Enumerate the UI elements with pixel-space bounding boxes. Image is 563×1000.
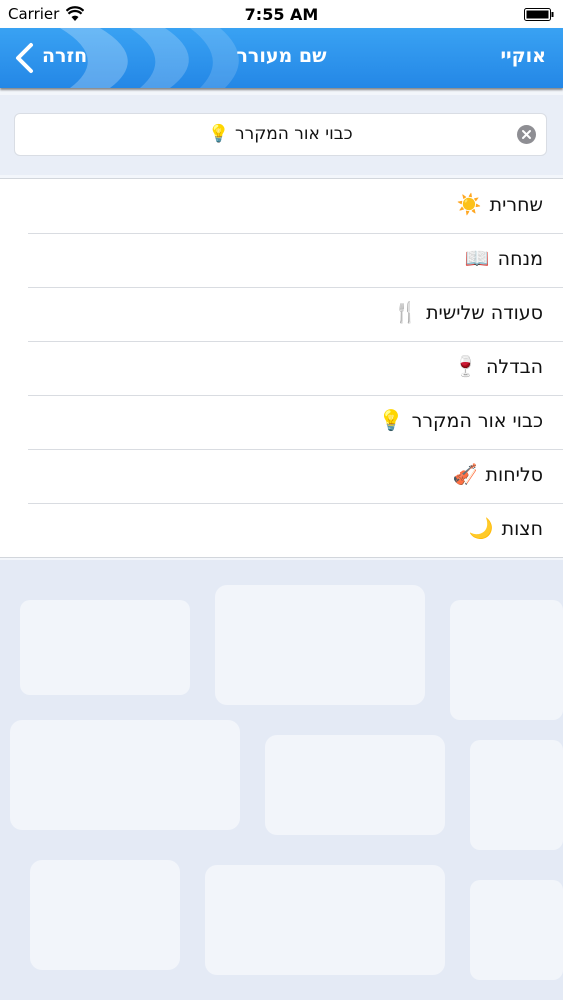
ok-button[interactable]: אוקיי — [500, 45, 546, 67]
lightbulb-icon: 💡 — [378, 408, 404, 432]
lightbulb-icon: 💡 — [208, 124, 230, 144]
alarm-name-field[interactable]: כבוי אור המקרר 💡 — [14, 113, 547, 156]
list-item-seuda-shlishit[interactable]: סעודה שלישית🍴 — [0, 287, 563, 341]
sun-icon: ☀️ — [456, 192, 482, 216]
list-item-label: חצות🌙 — [468, 516, 543, 540]
list-item-label: כבוי אור המקרר💡 — [378, 408, 543, 432]
moon-icon: 🌙 — [468, 516, 494, 540]
clock: 7:55 AM — [244, 5, 319, 24]
list-item-shacharit[interactable]: שחרית☀️ — [0, 179, 563, 233]
wine-glass-icon: 🍷 — [453, 354, 479, 378]
page-title: שם מעורר — [236, 45, 327, 67]
violin-icon: 🎻 — [452, 462, 478, 486]
navigation-bar: חזרה שם מעורר אוקיי — [0, 28, 563, 88]
list-item-label: סעודה שלישית🍴 — [393, 300, 543, 324]
list-item-mincha[interactable]: מנחה📖 — [0, 233, 563, 287]
alarm-name-list: שחרית☀️ מנחה📖 סעודה שלישית🍴 הבדלה🍷 כבוי … — [0, 178, 563, 558]
list-item-label: מנחה📖 — [464, 246, 543, 270]
alarm-name-text: כבוי אור המקרר — [235, 124, 353, 144]
list-item-fridge-light[interactable]: כבוי אור המקרר💡 — [0, 395, 563, 449]
list-item-chatzot[interactable]: חצות🌙 — [0, 503, 563, 557]
list-item-label: הבדלה🍷 — [453, 354, 543, 378]
list-item-havdala[interactable]: הבדלה🍷 — [0, 341, 563, 395]
alarm-name-value: כבוי אור המקרר 💡 — [15, 124, 546, 144]
list-item-selichot[interactable]: סליחות🎻 — [0, 449, 563, 503]
battery-icon — [524, 8, 554, 21]
fork-knife-icon: 🍴 — [393, 300, 419, 324]
book-icon: 📖 — [464, 246, 490, 270]
list-item-label: שחרית☀️ — [456, 192, 543, 216]
status-bar: Carrier 7:55 AM — [0, 0, 563, 28]
list-item-label: סליחות🎻 — [452, 462, 543, 486]
